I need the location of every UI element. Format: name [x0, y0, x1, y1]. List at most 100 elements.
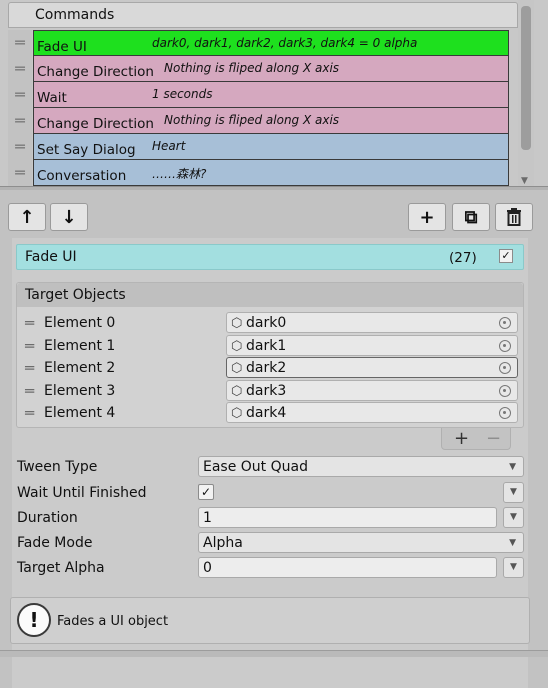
drag-handle-icon[interactable]: ═ — [25, 314, 34, 332]
dropdown-arrow-icon: ▼ — [510, 512, 517, 522]
info-icon: ! — [17, 603, 51, 637]
drag-handle-icon[interactable]: ═ — [8, 134, 32, 160]
object-picker-icon[interactable] — [499, 384, 511, 397]
move-down-button[interactable]: ↓ — [50, 203, 88, 231]
delete-command-button[interactable] — [495, 203, 533, 231]
scroll-down-arrow-icon[interactable]: ▼ — [521, 176, 528, 186]
wait-until-finished-checkbox[interactable]: ✓ — [198, 484, 214, 500]
add-command-button[interactable]: + — [408, 203, 446, 231]
object-value: dark2 — [246, 360, 287, 376]
command-summary: 1 seconds — [152, 87, 213, 101]
command-row-body[interactable]: Conversation ……森林? — [33, 160, 509, 186]
target-alpha-value: 0 — [203, 560, 212, 576]
target-objects-list: Target Objects ═ Element 0 ⬡ dark0 ═ Element … — [16, 282, 524, 428]
gameobject-icon: ⬡ — [231, 383, 243, 399]
commands-scrollbar[interactable]: ▼ — [518, 0, 534, 188]
command-summary: Heart — [152, 139, 186, 153]
drag-handle-icon[interactable]: ═ — [8, 30, 32, 56]
target-alpha-label: Target Alpha — [17, 560, 105, 576]
bottom-divider — [0, 650, 548, 657]
element-label: Element 1 — [44, 337, 116, 354]
drag-handle-icon[interactable]: ═ — [25, 404, 34, 422]
object-field[interactable]: ⬡ dark0 — [226, 312, 518, 333]
command-summary: ……森林? — [152, 167, 207, 181]
command-name: Fade UI — [37, 39, 87, 55]
gameobject-icon: ⬡ — [231, 406, 243, 421]
element-label: Element 4 — [44, 405, 116, 421]
move-up-button[interactable]: ↑ — [8, 203, 46, 231]
target-element-row: ═ Element 4 ⬡ dark4 — [17, 402, 523, 424]
command-row[interactable]: ═ Fade UI dark0, dark1, dark2, dark3, dark… — [8, 30, 518, 56]
command-row[interactable]: ═ Change Direction Nothing is fliped along… — [8, 108, 518, 134]
panel-divider[interactable] — [0, 186, 548, 190]
element-label: Element 2 — [44, 360, 116, 376]
object-value: dark1 — [246, 337, 287, 354]
tween-type-value: Ease Out Quad — [203, 459, 308, 475]
drag-handle-icon[interactable]: ═ — [8, 160, 32, 186]
wait-until-finished-label: Wait Until Finished — [17, 485, 147, 501]
element-label: Element 0 — [44, 315, 116, 331]
command-row-body[interactable]: Wait 1 seconds — [33, 82, 509, 108]
dropdown-arrow-icon: ▼ — [510, 562, 517, 572]
command-row[interactable]: ═ Wait 1 seconds — [8, 82, 518, 108]
fade-mode-dropdown[interactable]: Alpha ▼ — [198, 532, 524, 553]
target-element-row: ═ Element 1 ⬡ dark1 — [17, 334, 523, 357]
object-picker-icon[interactable] — [499, 407, 511, 419]
remove-element-button[interactable]: − — [486, 428, 501, 449]
element-label: Element 3 — [44, 382, 116, 399]
fade-mode-label: Fade Mode — [17, 535, 93, 551]
duration-label: Duration — [17, 510, 78, 526]
object-picker-icon[interactable] — [499, 317, 511, 329]
commands-list: ═ Fade UI dark0, dark1, dark2, dark3, dark… — [8, 30, 518, 188]
duration-input[interactable]: 1 — [198, 507, 497, 528]
command-name: Conversation — [37, 168, 127, 184]
object-picker-icon[interactable] — [499, 339, 511, 352]
object-field[interactable]: ⬡ dark1 — [226, 334, 518, 356]
command-name: Wait — [37, 90, 67, 106]
command-row[interactable]: ═ Conversation ……森林? — [8, 160, 518, 186]
command-enabled-checkbox[interactable]: ✓ — [499, 249, 513, 263]
wait-variable-dropdown[interactable]: ▼ — [503, 482, 524, 503]
drag-handle-icon[interactable]: ═ — [25, 359, 34, 377]
object-field[interactable]: ⬡ dark2 — [226, 357, 518, 378]
object-field[interactable]: ⬡ dark3 — [226, 379, 518, 401]
target-alpha-variable-dropdown[interactable]: ▼ — [503, 557, 524, 578]
command-row[interactable]: ═ Set Say Dialog Heart — [8, 134, 518, 160]
tween-type-dropdown[interactable]: Ease Out Quad ▼ — [198, 456, 524, 477]
target-element-row: ═ Element 3 ⬡ dark3 — [17, 379, 523, 402]
target-element-row: ═ Element 0 ⬡ dark0 — [17, 312, 523, 334]
drag-handle-icon[interactable]: ═ — [8, 56, 32, 82]
gameobject-icon: ⬡ — [231, 338, 243, 354]
duration-variable-dropdown[interactable]: ▼ — [503, 507, 524, 528]
scroll-thumb[interactable] — [521, 6, 531, 150]
drag-handle-icon[interactable]: ═ — [8, 108, 32, 134]
command-row-body[interactable]: Change Direction Nothing is fliped along … — [33, 56, 509, 82]
command-summary: Nothing is fliped along X axis — [164, 61, 340, 75]
command-row[interactable]: ═ Change Direction Nothing is fliped along… — [8, 56, 518, 82]
gameobject-icon: ⬡ — [231, 361, 243, 376]
command-row-body[interactable]: Change Direction Nothing is fliped along … — [33, 108, 509, 134]
plus-icon: + — [419, 206, 435, 228]
target-objects-header[interactable]: Target Objects — [17, 283, 523, 307]
drag-handle-icon[interactable]: ═ — [25, 382, 34, 400]
help-text: Fades a UI object — [57, 614, 169, 629]
tween-type-label: Tween Type — [17, 459, 98, 475]
target-alpha-input[interactable]: 0 — [198, 557, 497, 578]
duplicate-command-button[interactable]: ⧉ — [452, 203, 490, 231]
list-footer: + − — [441, 428, 511, 450]
drag-handle-icon[interactable]: ═ — [8, 82, 32, 108]
command-row-body[interactable]: Set Say Dialog Heart — [33, 134, 509, 160]
target-element-row: ═ Element 2 ⬡ dark2 — [17, 357, 523, 379]
commands-header: Commands — [8, 2, 518, 28]
gameobject-icon: ⬡ — [231, 316, 243, 331]
command-summary: Nothing is fliped along X axis — [164, 113, 340, 127]
dropdown-arrow-icon: ▼ — [510, 487, 517, 497]
object-picker-icon[interactable] — [499, 362, 511, 374]
command-title-bar: Fade UI (27) ✓ — [16, 244, 524, 270]
command-name: Set Say Dialog — [37, 142, 136, 158]
object-field[interactable]: ⬡ dark4 — [226, 402, 518, 423]
command-title: Fade UI — [25, 249, 77, 265]
drag-handle-icon[interactable]: ═ — [25, 337, 34, 355]
command-row-body[interactable]: Fade UI dark0, dark1, dark2, dark3, dark4… — [33, 30, 509, 56]
add-element-button[interactable]: + — [454, 428, 469, 449]
